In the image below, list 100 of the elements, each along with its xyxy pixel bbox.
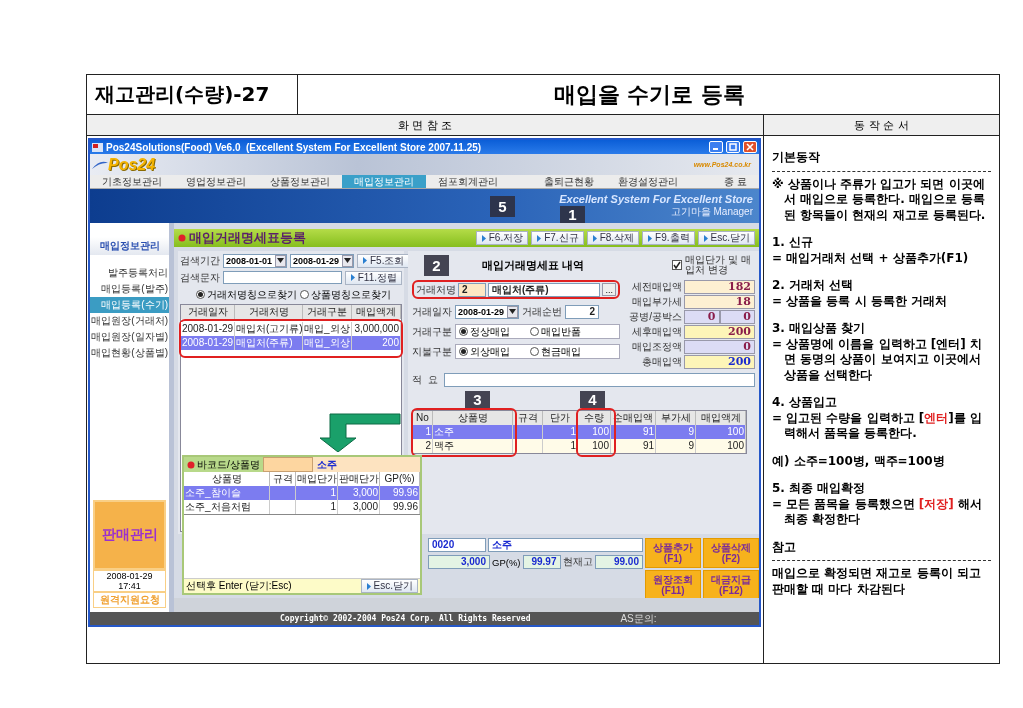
total-label: 공병/공박스: [628, 310, 682, 324]
chevron-icon: [647, 234, 654, 242]
caret-icon: [344, 258, 351, 263]
radio-button[interactable]: [459, 347, 468, 356]
memo-field[interactable]: [443, 372, 755, 387]
minimize-button[interactable]: [709, 141, 723, 153]
step-detail: = 상품명에 이름을 입력하고 [엔터] 치면 동명의 상품이 보여지고 이곳에서 상품을 선택한다: [772, 336, 983, 383]
total-label: 매입부가세: [631, 295, 682, 309]
stock-field[interactable]: 99.00: [594, 555, 643, 569]
table-row[interactable]: 2008-01-29 매입처(고기류)매입_외상 3,000,000: [181, 322, 401, 336]
dropdown-button[interactable]: [275, 254, 286, 267]
action-button[interactable]: Esc.닫기: [697, 231, 755, 245]
caret-icon: [509, 309, 516, 314]
dropdown-button[interactable]: [342, 254, 353, 267]
menu-item[interactable]: 기초정보관리: [90, 175, 174, 188]
radio-button[interactable]: [530, 347, 539, 356]
amount-field: 200: [684, 325, 755, 339]
action-button[interactable]: F8.삭제: [586, 231, 640, 245]
step-title: 2. 거래처 선택: [772, 278, 855, 294]
radio-button[interactable]: [300, 290, 309, 299]
table-row[interactable]: 소주_처음처럼 1 3,000 99.96: [184, 500, 420, 514]
browse-button[interactable]: ...: [602, 283, 616, 296]
table-cell: 91: [611, 439, 656, 453]
field-label: 검색기간: [180, 253, 220, 268]
form-title: 매입거래명세표등록: [189, 229, 307, 247]
sidebar-item[interactable]: 매입현황(상품별): [90, 345, 169, 361]
radio-button[interactable]: [459, 327, 468, 336]
close-button[interactable]: Esc.닫기: [360, 579, 418, 593]
function-button[interactable]: 원장조회 (F11): [645, 570, 701, 600]
field-label: 거래처명: [416, 282, 456, 297]
sidebar-item[interactable]: 매입원장(거래처): [90, 313, 169, 329]
close-button[interactable]: [743, 141, 757, 153]
bullet-icon: [187, 460, 195, 469]
action-button[interactable]: F6.저장: [475, 231, 529, 245]
search-field[interactable]: [223, 271, 342, 284]
field-label: 검색문자: [180, 270, 220, 285]
radio-button[interactable]: [196, 290, 205, 299]
column-header: 거래처명: [235, 305, 303, 319]
menu-item[interactable]: 환경설정관리: [606, 175, 691, 188]
chevron-icon: [591, 234, 598, 242]
date-field[interactable]: 2008-01-29: [455, 304, 519, 319]
table-row[interactable]: 1 소주 1 100 91 9 100: [413, 425, 746, 439]
table-row[interactable]: 소주_참이슬 1 3,000 99.96: [184, 486, 420, 500]
column-header: 거래일자: [181, 305, 235, 319]
maximize-button[interactable]: [726, 141, 740, 153]
query-button[interactable]: F5.조회: [357, 253, 410, 268]
table-row[interactable]: 2 맥주 1 100 91 9 100: [413, 439, 746, 453]
product-code-field[interactable]: 0020: [428, 538, 486, 552]
date-field[interactable]: 2008-01-01: [223, 253, 287, 268]
vendor-code-field[interactable]: 2: [458, 282, 486, 297]
table-cell: 3,000: [338, 500, 380, 514]
menu-item[interactable]: 영업정보관리: [174, 175, 258, 188]
table-row[interactable]: 2008-01-29 매입처(주류) 매입_외상 200: [181, 336, 401, 350]
sidebar-item[interactable]: 발주등록처리: [90, 265, 169, 281]
label-text: 바코드/상품명: [197, 457, 260, 472]
radio-button[interactable]: [530, 327, 539, 336]
field-label: GP(%): [492, 556, 521, 568]
table-cell: 200: [352, 336, 401, 350]
total-label: 세전매입액: [631, 280, 682, 294]
menu-item[interactable]: 출퇴근현황: [532, 175, 607, 188]
exit-button[interactable]: 종 료: [712, 175, 759, 188]
caret-icon: [277, 258, 284, 263]
total-label: 매입조정액: [631, 340, 682, 354]
step-title: 3. 매입상품 찾기: [772, 321, 867, 337]
total-label: 총매입액: [641, 355, 682, 369]
barcode-field[interactable]: [262, 457, 313, 472]
dropdown-button[interactable]: [507, 305, 518, 318]
action-button[interactable]: F7.신규: [531, 231, 584, 245]
function-button[interactable]: 상품추가 (F1): [645, 538, 701, 568]
vendor-name-field[interactable]: 매입처(주류): [488, 282, 601, 297]
radio-label: 거래처명칭으로찾기: [207, 287, 297, 302]
chevron-icon: [365, 582, 372, 590]
sidebar-item[interactable]: 매입원장(일자별): [90, 329, 169, 345]
menu-item[interactable]: 상품정보관리: [258, 175, 342, 188]
page-title: 매입을 수기로 등록: [552, 80, 747, 109]
sequence-field[interactable]: 2: [565, 304, 599, 319]
field-label: 적 요: [412, 372, 438, 387]
checkbox[interactable]: [672, 260, 682, 270]
sidebar-item[interactable]: 매입등록(발주): [90, 281, 169, 297]
bullet-icon: [178, 234, 186, 242]
gp-field[interactable]: 99.97: [522, 555, 561, 569]
function-button[interactable]: 상품삭제 (F2): [703, 538, 759, 568]
detail-title: 매입거래명세표 내역: [482, 257, 586, 273]
product-name-field[interactable]: 소주: [488, 538, 643, 552]
contact-label: AS문의:: [620, 611, 657, 625]
date-field[interactable]: 2008-01-29: [290, 253, 354, 268]
checkbox-label: 매입단가 및 매입처 변경: [685, 255, 752, 275]
instruction-note: ※ 상품이나 주류가 입고가 되면 이곳에서 매입으로 등록한다. 매입으로 등록된 항목들이 현재의 재고로 등록된다.: [772, 176, 987, 223]
sidebar-title: 매입정보관리: [90, 237, 169, 255]
step-marker: 4: [580, 391, 605, 408]
amount-field: 18: [684, 295, 755, 309]
menu-item[interactable]: 점포회계관리: [426, 175, 510, 188]
amount-field: 0: [719, 310, 755, 324]
function-button[interactable]: 대금지급 (F12): [703, 570, 759, 600]
instruction-heading: 기본동작: [772, 150, 821, 166]
sort-button[interactable]: F11.정렬: [344, 270, 402, 285]
amount-field: 182: [684, 280, 755, 294]
action-button[interactable]: F9.출력: [642, 231, 695, 245]
price-field[interactable]: 3,000: [428, 555, 490, 569]
query-field[interactable]: 소주: [312, 457, 420, 472]
